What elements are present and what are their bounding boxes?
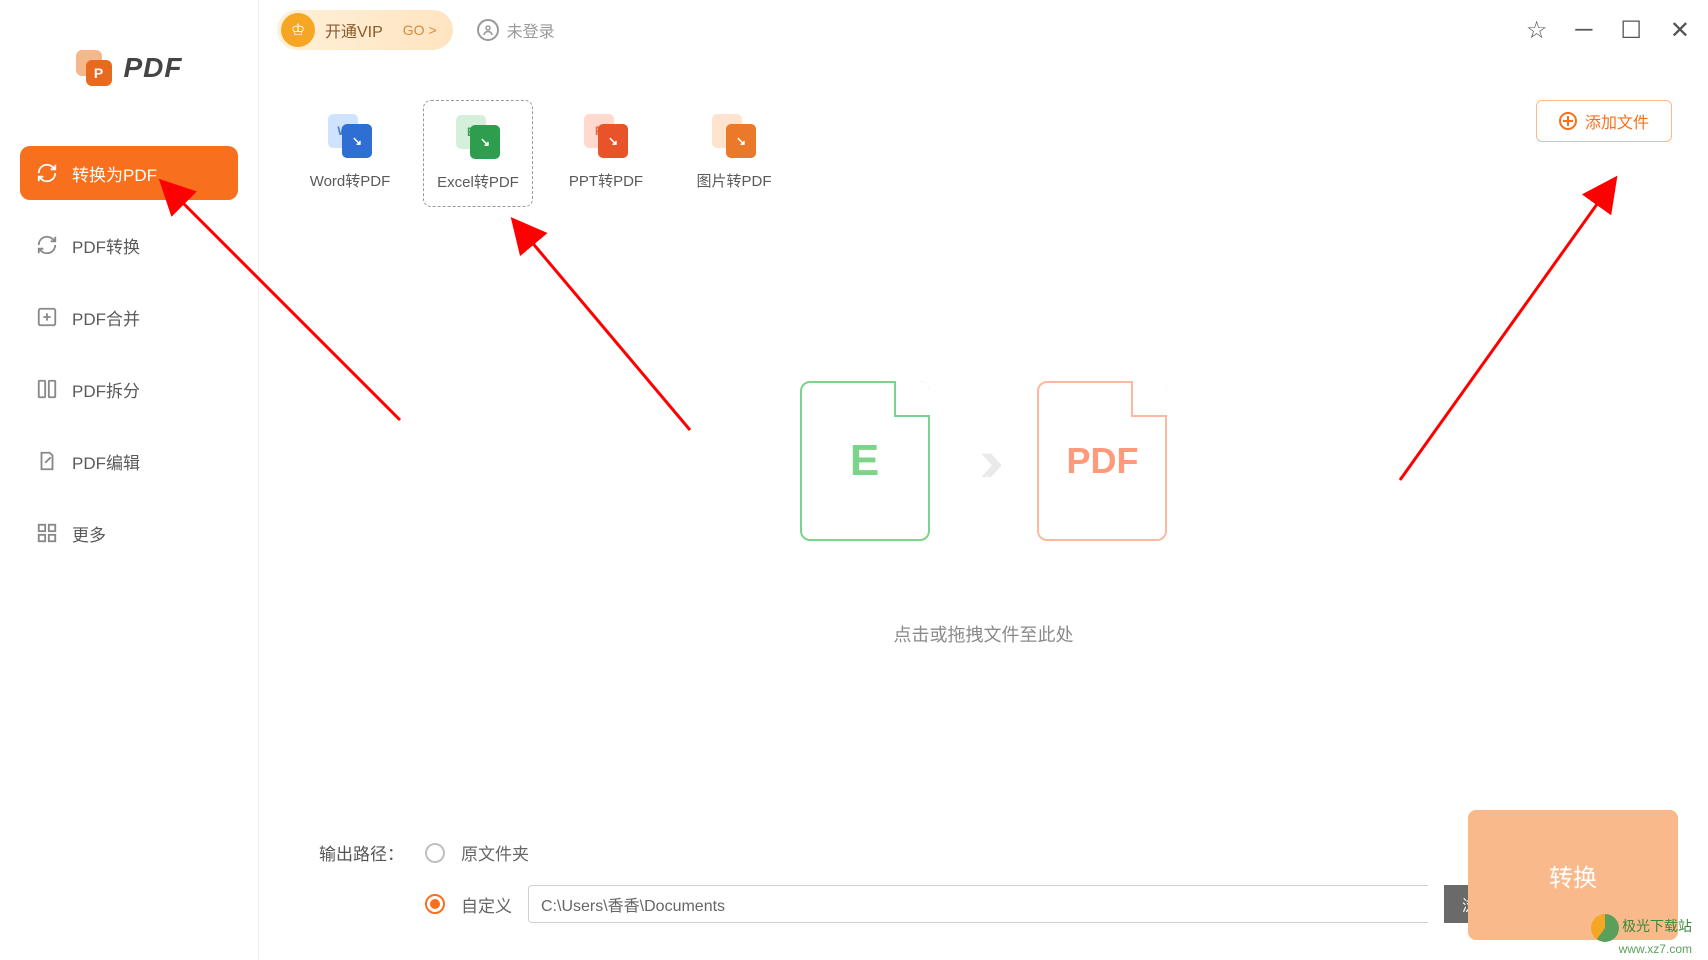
- vip-go-label: GO >: [403, 22, 437, 38]
- radio-custom-label: 自定义: [461, 892, 512, 917]
- tile-image-to-pdf[interactable]: ↘ 图片转PDF: [679, 100, 789, 205]
- sidebar-item-pdf-edit[interactable]: PDF编辑: [20, 434, 238, 488]
- vip-badge[interactable]: ♔ 开通VIP GO >: [277, 10, 453, 50]
- drop-graphic: E ›› PDF: [800, 381, 1168, 541]
- word-icon: W ↘: [328, 114, 372, 158]
- drop-area[interactable]: E ›› PDF 点击或拖拽文件至此处: [259, 207, 1708, 820]
- watermark: 极光下载站 www.xz7.com: [1591, 914, 1692, 956]
- radio-original-label: 原文件夹: [461, 840, 529, 865]
- main-area: ♔ 开通VIP GO > 未登录 ☆ ─ ☐ ✕ W ↘ Word转PDF: [258, 0, 1708, 960]
- ppt-icon: P ↘: [584, 114, 628, 158]
- sidebar-item-label: PDF拆分: [72, 377, 140, 402]
- sidebar-item-more[interactable]: 更多: [20, 506, 238, 560]
- grid-icon: [36, 522, 58, 544]
- merge-icon: [36, 306, 58, 328]
- topbar: ♔ 开通VIP GO > 未登录 ☆ ─ ☐ ✕: [259, 0, 1708, 60]
- tile-label: 图片转PDF: [696, 170, 771, 191]
- add-file-label: 添加文件: [1585, 109, 1649, 133]
- drop-hint: 点击或拖拽文件至此处: [894, 621, 1074, 647]
- tile-label: Word转PDF: [310, 170, 391, 191]
- output-path-input[interactable]: [528, 885, 1428, 923]
- watermark-logo-icon: [1591, 914, 1619, 942]
- source-doc-icon: E: [800, 381, 930, 541]
- footer: 输出路径： 原文件夹 自定义 浏览 转换: [259, 820, 1708, 960]
- vip-label: 开通VIP: [325, 18, 383, 42]
- app-logo: PDF: [0, 50, 258, 86]
- sidebar-item-pdf-split[interactable]: PDF拆分: [20, 362, 238, 416]
- sidebar-items: 转换为PDF PDF转换 PDF合并 PDF拆分 PDF编辑: [0, 146, 258, 578]
- arrow-icon: ››: [980, 426, 988, 495]
- window-controls: ☆ ─ ☐ ✕: [1526, 16, 1690, 45]
- excel-icon: E ↘: [456, 115, 500, 159]
- output-section: 输出路径： 原文件夹 自定义 浏览: [319, 840, 1512, 923]
- image-icon: ↘: [712, 114, 756, 158]
- crown-icon: ♔: [281, 13, 315, 47]
- sidebar: PDF 转换为PDF PDF转换 PDF合并 PDF拆分: [0, 0, 258, 960]
- tile-label: PPT转PDF: [569, 170, 643, 191]
- target-doc-icon: PDF: [1037, 381, 1167, 541]
- tile-excel-to-pdf[interactable]: E ↘ Excel转PDF: [423, 100, 533, 207]
- sidebar-item-label: PDF合并: [72, 305, 140, 330]
- sidebar-item-pdf-merge[interactable]: PDF合并: [20, 290, 238, 344]
- sidebar-item-label: 转换为PDF: [72, 161, 157, 186]
- login-label: 未登录: [507, 18, 555, 42]
- user-icon: [477, 19, 499, 41]
- refresh-icon: [36, 162, 58, 184]
- plus-icon: [1559, 112, 1577, 130]
- sidebar-item-label: 更多: [72, 521, 106, 546]
- radio-original-folder[interactable]: [425, 843, 445, 863]
- radio-custom-folder[interactable]: [425, 894, 445, 914]
- sidebar-item-label: PDF编辑: [72, 449, 140, 474]
- minimize-button[interactable]: ─: [1575, 16, 1592, 44]
- split-icon: [36, 378, 58, 400]
- cycle-icon: [36, 234, 58, 256]
- maximize-button[interactable]: ☐: [1620, 16, 1642, 45]
- close-button[interactable]: ✕: [1670, 16, 1690, 45]
- sidebar-item-label: PDF转换: [72, 233, 140, 258]
- sidebar-item-convert-to-pdf[interactable]: 转换为PDF: [20, 146, 238, 200]
- login-button[interactable]: 未登录: [477, 18, 555, 42]
- edit-icon: [36, 450, 58, 472]
- logo-icon: [76, 50, 112, 86]
- star-icon[interactable]: ☆: [1526, 16, 1548, 45]
- conversion-tiles: W ↘ Word转PDF E ↘ Excel转PDF P ↘ PPT转PDF ↘: [259, 60, 1708, 207]
- tile-ppt-to-pdf[interactable]: P ↘ PPT转PDF: [551, 100, 661, 205]
- tile-word-to-pdf[interactable]: W ↘ Word转PDF: [295, 100, 405, 205]
- output-label: 输出路径：: [319, 840, 409, 865]
- sidebar-item-pdf-convert[interactable]: PDF转换: [20, 218, 238, 272]
- add-file-button[interactable]: 添加文件: [1536, 100, 1672, 142]
- tile-label: Excel转PDF: [437, 171, 519, 192]
- logo-text: PDF: [124, 52, 183, 84]
